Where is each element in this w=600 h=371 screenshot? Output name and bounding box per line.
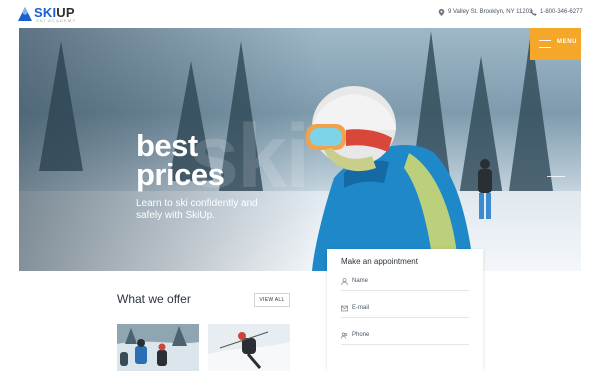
slider-indicator[interactable] bbox=[547, 176, 565, 177]
background-skier bbox=[478, 159, 492, 219]
name-field-label: Name bbox=[352, 278, 369, 284]
hero-title: best prices bbox=[136, 128, 225, 192]
location-pin-icon bbox=[438, 9, 445, 16]
name-field[interactable]: Name bbox=[341, 276, 469, 291]
offer-card-group-lesson[interactable] bbox=[117, 324, 199, 371]
mail-icon bbox=[341, 305, 348, 312]
view-all-button[interactable]: VIEW ALL bbox=[254, 293, 290, 307]
skier-photo bbox=[306, 86, 474, 271]
offer-section-title: What we offer bbox=[117, 292, 191, 306]
hero-subtitle: Learn to ski confidently and safely with… bbox=[136, 198, 258, 221]
menu-button[interactable]: MENU bbox=[530, 28, 581, 60]
offer-card-freeride[interactable] bbox=[208, 324, 290, 371]
hamburger-icon bbox=[539, 40, 551, 48]
logo-tagline: SKI ACADEMY bbox=[36, 18, 77, 23]
email-field-label: E-mail bbox=[352, 305, 370, 311]
hero-title-line2: prices bbox=[136, 157, 225, 192]
offer-image-skier bbox=[208, 324, 290, 371]
appointment-title: Make an appointment bbox=[341, 257, 418, 266]
hero-banner: ski best prices Learn to ski confidently… bbox=[19, 28, 581, 271]
phone-field-label: Phone bbox=[352, 332, 370, 338]
email-field[interactable]: E-mail bbox=[341, 303, 469, 318]
mountain-logo-icon bbox=[18, 7, 32, 21]
offer-image-group bbox=[117, 324, 199, 371]
phone-field[interactable]: Phone bbox=[341, 330, 469, 345]
users-icon bbox=[341, 332, 348, 339]
menu-label: MENU bbox=[557, 39, 578, 45]
top-bar: SKIUP SKI ACADEMY 9 Valley St. Brooklyn,… bbox=[0, 0, 600, 27]
address-text: 9 Valley St. Brooklyn, NY 11203 bbox=[448, 9, 533, 15]
phone-text: 1-800-346-6277 bbox=[540, 9, 583, 15]
user-icon bbox=[341, 278, 348, 285]
appointment-form: Make an appointment Name E-mail Phone bbox=[327, 249, 483, 371]
phone-icon bbox=[530, 9, 537, 16]
hero-title-line1: best bbox=[136, 128, 198, 163]
